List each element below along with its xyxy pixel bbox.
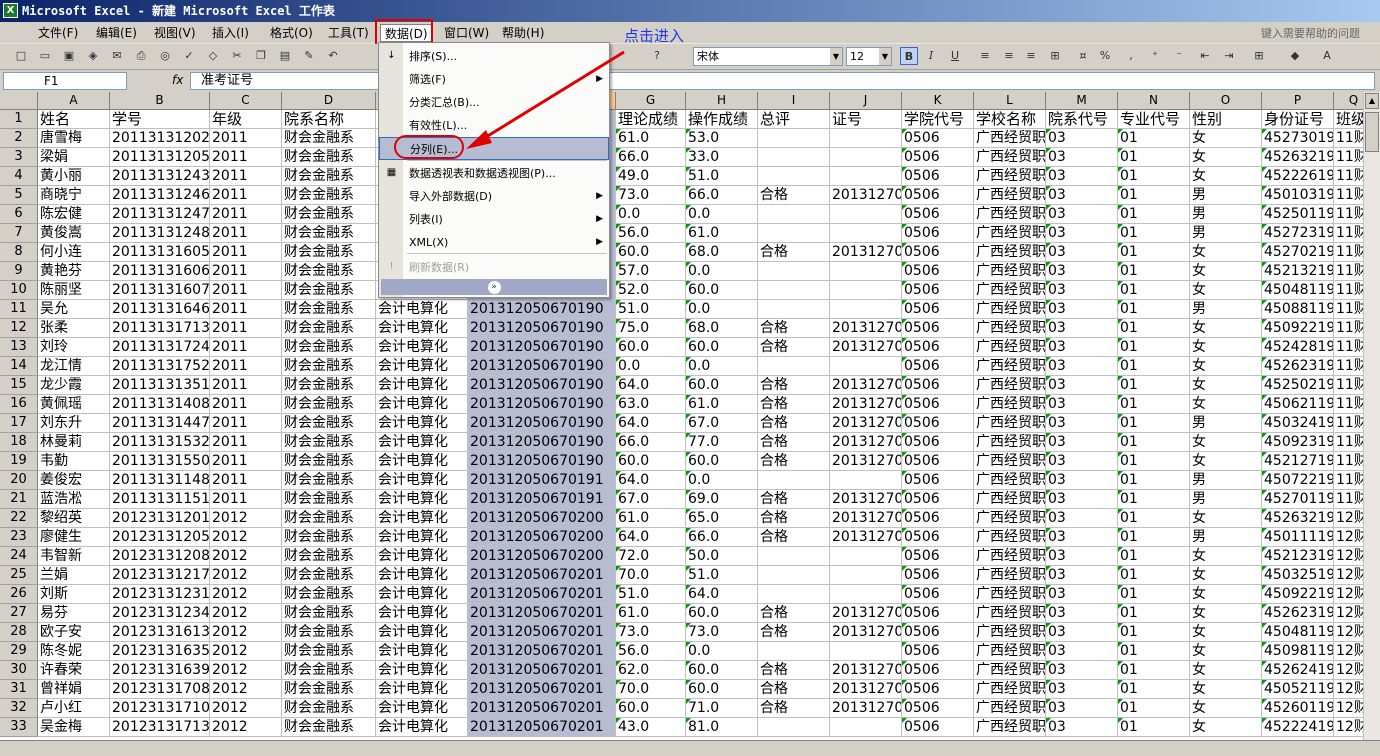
annotation-arrow [466,50,625,149]
status-bar [0,740,1380,756]
excel-window: X Microsoft Excel - 新建 Microsoft Excel 工… [0,0,1380,756]
